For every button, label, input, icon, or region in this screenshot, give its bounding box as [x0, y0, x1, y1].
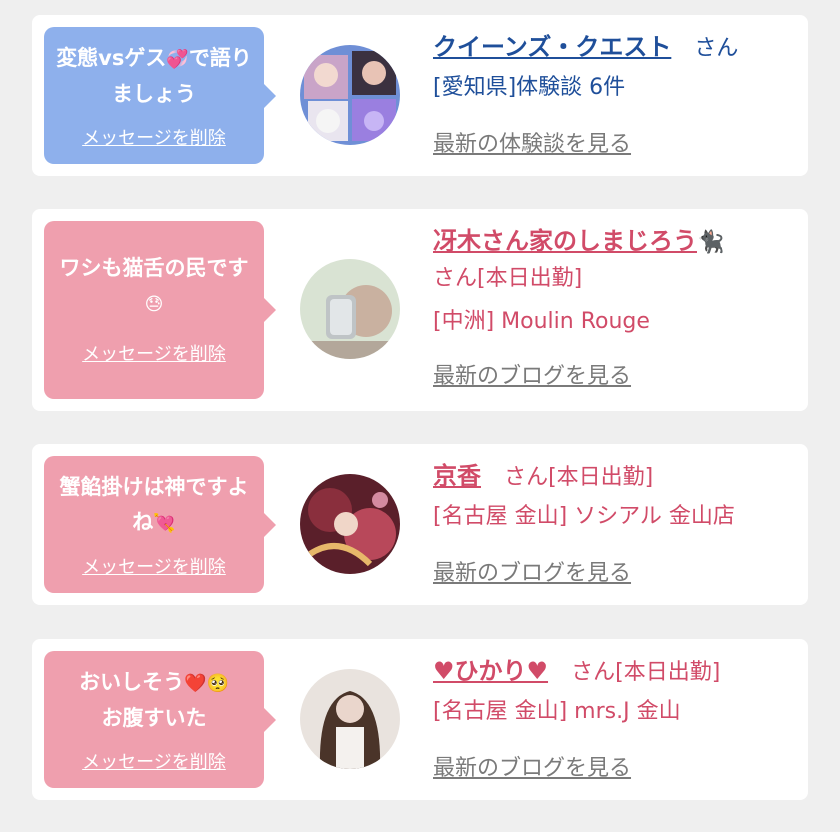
latest-review-link[interactable]: 最新の体験談を見る: [433, 132, 631, 157]
message-card: 蟹餡掛けは神ですよね💘 メッセージを削除 京香 さん[本日出勤] [名古屋 金山…: [32, 444, 808, 605]
kimono-photo: [300, 474, 400, 574]
selfie-photo: [300, 259, 400, 359]
delete-message-link[interactable]: メッセージを削除: [44, 553, 264, 579]
name-suffix: さん[本日出勤]: [433, 266, 583, 291]
delete-message-link[interactable]: メッセージを削除: [44, 124, 264, 150]
detail-text: [愛知県]体験談 6件: [433, 75, 626, 100]
girl-name-link[interactable]: クイーンズ・クエスト: [433, 33, 671, 61]
shop-detail: [名古屋 金山] ソシアル 金山店: [433, 504, 735, 529]
message-bubble: おいしそう❤️🥺 お腹すいた メッセージを削除: [44, 651, 276, 788]
name-suffix: さん: [694, 36, 739, 61]
message-card: ワシも猫舌の民です😓 メッセージを削除 冴木さん家のしまじろう🐈‍⬛ さん[本日…: [32, 209, 808, 411]
girl-name-link[interactable]: 冴木さん家のしまじろう: [433, 227, 697, 255]
girl-info: クイーンズ・クエスト さん [愛知県]体験談 6件 最新の体験談を見る: [433, 29, 792, 158]
latest-blog-link[interactable]: 最新のブログを見る: [433, 756, 631, 781]
message-card: 変態vsゲス💞で語りましょう メッセージを削除 クイーンズ・クエスト さん [愛…: [32, 15, 808, 176]
message-text: ワシも猫舌の民です😓: [59, 256, 249, 315]
girl-info: 冴木さん家のしまじろう🐈‍⬛ さん[本日出勤] [中洲] Moulin Roug…: [433, 223, 792, 390]
delete-message-link[interactable]: メッセージを削除: [44, 748, 264, 774]
message-text: 蟹餡掛けは神ですよね💘: [59, 475, 249, 534]
name-suffix: さん[本日出勤]: [571, 660, 721, 685]
girl-name-link[interactable]: ♥ひかり♥: [433, 657, 548, 685]
collage-photo: [300, 45, 400, 145]
message-card: おいしそう❤️🥺 お腹すいた メッセージを削除 ♥ひかり♥ さん[本日出勤] [名…: [32, 639, 808, 800]
shop-detail: [名古屋 金山] mrs.J 金山: [433, 699, 681, 724]
message-text: 変態vsゲス💞で語りましょう: [56, 46, 252, 106]
message-bubble: ワシも猫舌の民です😓 メッセージを削除: [44, 221, 276, 399]
avatar[interactable]: [300, 474, 400, 574]
message-bubble: 変態vsゲス💞で語りましょう メッセージを削除: [44, 27, 276, 164]
girl-info: ♥ひかり♥ さん[本日出勤] [名古屋 金山] mrs.J 金山 最新のブログを…: [433, 653, 792, 782]
black-cat-emoji-icon: 🐈‍⬛: [697, 230, 725, 255]
latest-blog-link[interactable]: 最新のブログを見る: [433, 561, 631, 586]
message-text: おいしそう❤️🥺 お腹すいた: [79, 670, 229, 730]
delete-message-link[interactable]: メッセージを削除: [44, 340, 264, 366]
girl-name-link[interactable]: 京香: [433, 462, 481, 490]
avatar[interactable]: [300, 45, 400, 145]
latest-blog-link[interactable]: 最新のブログを見る: [433, 364, 631, 389]
heart-pleading-emoji-icon: ❤️🥺: [184, 673, 229, 694]
name-suffix: さん[本日出勤]: [504, 465, 654, 490]
heart-emoji-icon: 💞: [166, 49, 189, 70]
shop-detail: [中洲] Moulin Rouge: [433, 309, 650, 334]
portrait-photo: [300, 669, 400, 769]
heart-arrow-emoji-icon: 💘: [153, 513, 176, 534]
girl-info: 京香 さん[本日出勤] [名古屋 金山] ソシアル 金山店 最新のブログを見る: [433, 458, 792, 587]
avatar[interactable]: [300, 259, 400, 359]
message-bubble: 蟹餡掛けは神ですよね💘 メッセージを削除: [44, 456, 276, 593]
avatar[interactable]: [300, 669, 400, 769]
sweat-emoji-icon: 😓: [144, 294, 164, 315]
